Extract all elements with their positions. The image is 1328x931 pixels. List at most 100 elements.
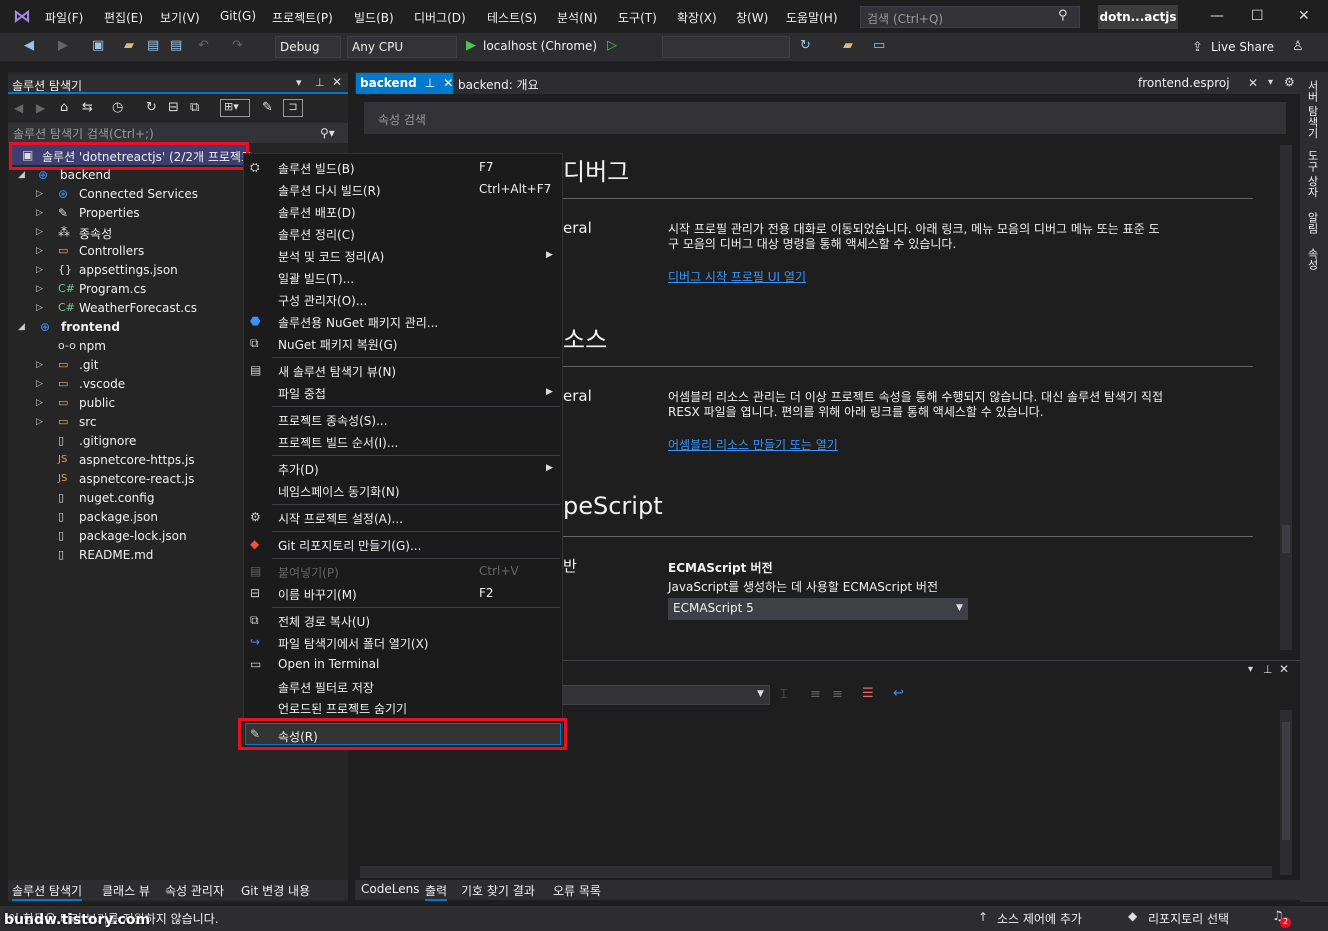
tree-item-readme[interactable]: README.md (79, 548, 153, 562)
notifications-tab[interactable]: 알림 (1304, 212, 1320, 234)
menu-item-rename[interactable]: 이름 바꾸기(M) (278, 586, 357, 603)
prev-message-icon[interactable]: ≡ (810, 687, 821, 702)
search-icon[interactable]: ⚲▾ (320, 126, 335, 140)
save-all-icon[interactable]: ▤ (170, 38, 182, 53)
tree-item-frontend[interactable]: frontend (61, 320, 120, 334)
output-source-select[interactable] (560, 685, 770, 705)
tree-item-vscode[interactable]: .vscode (79, 377, 125, 391)
expand-arrow-icon[interactable]: ▷ (36, 208, 43, 218)
menu-item-build-order[interactable]: 프로젝트 빌드 순서(I)... (278, 434, 398, 451)
chevron-down-icon[interactable]: ▼ (757, 689, 764, 699)
menu-item-batch-build[interactable]: 일괄 빌드(T)... (278, 270, 354, 287)
expand-arrow-icon[interactable]: ▷ (36, 398, 43, 408)
close-tab-icon[interactable]: ✕ (1248, 76, 1258, 90)
menu-item-rebuild-solution[interactable]: 솔루션 다시 빌드(R) (278, 182, 381, 199)
menu-item-set-startup[interactable]: 시작 프로젝트 설정(A)... (278, 510, 403, 527)
new-project-icon[interactable]: ▣ (92, 38, 104, 53)
expand-arrow-icon[interactable]: ▷ (36, 227, 43, 237)
tree-item-git[interactable]: .git (79, 358, 98, 372)
menu-item-new-explorer-view[interactable]: 새 솔루션 탐색기 뷰(N) (278, 363, 396, 380)
menu-tools[interactable]: 도구(T) (618, 9, 657, 26)
tree-item-controllers[interactable]: Controllers (79, 244, 144, 258)
sync-icon[interactable]: ↻ (146, 100, 157, 115)
ecma-version-select[interactable]: ECMAScript 5 (668, 598, 968, 620)
preview-icon[interactable]: ⊐ (283, 99, 303, 117)
search-icon[interactable]: ⚲ (1058, 8, 1068, 23)
menu-help[interactable]: 도움말(H) (786, 9, 838, 26)
tree-item-aspnetcore-https[interactable]: aspnetcore-https.js (79, 453, 195, 467)
close-tab-icon[interactable]: ✕ (443, 76, 453, 90)
menu-edit[interactable]: 편집(E) (104, 9, 143, 26)
maximize-icon[interactable]: ☐ (1251, 8, 1264, 24)
back-icon[interactable]: ◀ (24, 38, 34, 53)
home-icon[interactable]: ⌂ (60, 100, 68, 115)
folder-view-icon[interactable]: ▰ (843, 38, 853, 53)
open-folder-icon[interactable]: ▰ (124, 38, 134, 53)
menu-item-sync-namespaces[interactable]: 네임스페이스 동기화(N) (278, 483, 400, 500)
menu-item-open-terminal[interactable]: Open in Terminal (278, 657, 379, 671)
settings-gear-icon[interactable]: ⚙ (1284, 75, 1295, 89)
tree-item-aspnetcore-react[interactable]: aspnetcore-react.js (79, 472, 194, 486)
menu-test[interactable]: 테스트(S) (487, 9, 537, 26)
menu-view[interactable]: 보기(V) (160, 9, 200, 26)
debug-profile-link[interactable]: 디버그 시작 프로필 UI 열기 (668, 268, 806, 285)
show-all-files-icon[interactable]: ⧉ (190, 100, 199, 115)
redo-icon[interactable]: ↷ (232, 38, 243, 53)
undo-icon[interactable]: ↶ (198, 38, 209, 53)
search-input[interactable]: 검색 (Ctrl+Q) (860, 6, 1080, 28)
tab-dropdown-icon[interactable]: ▾ (1268, 77, 1273, 88)
menu-item-project-dependencies[interactable]: 프로젝트 종속성(S)... (278, 412, 388, 429)
menu-item-manage-nuget[interactable]: 솔루션용 NuGet 패키지 관리... (278, 314, 438, 331)
tree-item-properties[interactable]: Properties (79, 206, 140, 220)
collapse-arrow-icon[interactable]: ◢ (18, 322, 25, 332)
scrollbar-thumb[interactable] (1282, 525, 1290, 553)
menu-item-restore-nuget[interactable]: NuGet 패키지 복원(G) (278, 336, 397, 353)
properties-wrench-icon[interactable]: ✎ (262, 100, 273, 115)
filter-icon[interactable]: ⊞▾ (220, 99, 250, 117)
tree-item-gitignore[interactable]: .gitignore (79, 434, 136, 448)
tab-git-changes[interactable]: Git 변경 내용 (241, 882, 310, 899)
tab-error-list[interactable]: 오류 목록 (553, 882, 601, 899)
menu-debug[interactable]: 디버그(D) (414, 9, 466, 26)
dropdown-icon[interactable]: ▾ (296, 76, 302, 89)
live-share-icon[interactable]: ⇪ (1192, 40, 1203, 55)
expand-arrow-icon[interactable]: ▷ (36, 303, 43, 313)
collapse-all-icon[interactable]: ⊟ (168, 100, 179, 115)
menu-item-build-solution[interactable]: 솔루션 빌드(B) (278, 160, 355, 177)
switch-views-icon[interactable]: ⇆ (82, 100, 93, 115)
menu-window[interactable]: 창(W) (736, 9, 768, 26)
expand-arrow-icon[interactable]: ▷ (36, 360, 43, 370)
menu-item-file-nesting[interactable]: 파일 중첩 (278, 385, 326, 402)
platform-dropdown[interactable]: Any CPU (347, 36, 457, 58)
word-wrap-icon[interactable]: ↩ (893, 686, 904, 701)
tree-item-npm[interactable]: npm (79, 339, 106, 353)
target-dropdown[interactable] (662, 36, 790, 58)
pin-icon[interactable]: ⊥ (1263, 663, 1273, 676)
tab-frontend-esproj[interactable]: frontend.esproj (1138, 76, 1230, 90)
toolbox-tab[interactable]: 도구 상자 (1304, 150, 1320, 198)
save-icon[interactable]: ▤ (147, 38, 159, 53)
close-pane-icon[interactable]: ✕ (1279, 662, 1289, 676)
dropdown-icon[interactable]: ▾ (1248, 664, 1253, 675)
menu-item-save-filter[interactable]: 솔루션 필터로 저장 (278, 679, 374, 696)
tab-codelens[interactable]: CodeLens (361, 882, 419, 896)
menu-item-create-git-repo[interactable]: Git 리포지토리 만들기(G)... (278, 537, 421, 554)
output-scrollbar-thumb[interactable] (1282, 722, 1290, 840)
add-to-source-control[interactable]: 소스 제어에 추가 (997, 910, 1082, 927)
resource-link[interactable]: 어셈블리 리소스 만들기 또는 열기 (668, 436, 838, 453)
menu-analyze[interactable]: 분석(N) (557, 9, 597, 26)
tab-output[interactable]: 출력 (425, 882, 448, 901)
expand-arrow-icon[interactable]: ▷ (36, 417, 43, 427)
expand-arrow-icon[interactable]: ▷ (36, 265, 43, 275)
menu-item-copy-full-path[interactable]: 전체 경로 복사(U) (278, 613, 370, 630)
menu-item-analyze-cleanup[interactable]: 분석 및 코드 정리(A) (278, 248, 384, 265)
collapse-arrow-icon[interactable]: ◢ (18, 170, 25, 180)
expand-arrow-icon[interactable]: ▷ (36, 379, 43, 389)
minimize-icon[interactable]: — (1210, 8, 1224, 24)
server-explorer-tab[interactable]: 서버 탐색기 (1304, 80, 1320, 139)
tab-backend[interactable]: backend ⊥ ✕ (356, 73, 453, 94)
menu-item-deploy-solution[interactable]: 솔루션 배포(D) (278, 204, 356, 221)
menu-item-clean-solution[interactable]: 솔루션 정리(C) (278, 226, 355, 243)
menu-project[interactable]: 프로젝트(P) (272, 9, 333, 26)
menu-item-configuration-manager[interactable]: 구성 관리자(O)... (278, 292, 367, 309)
